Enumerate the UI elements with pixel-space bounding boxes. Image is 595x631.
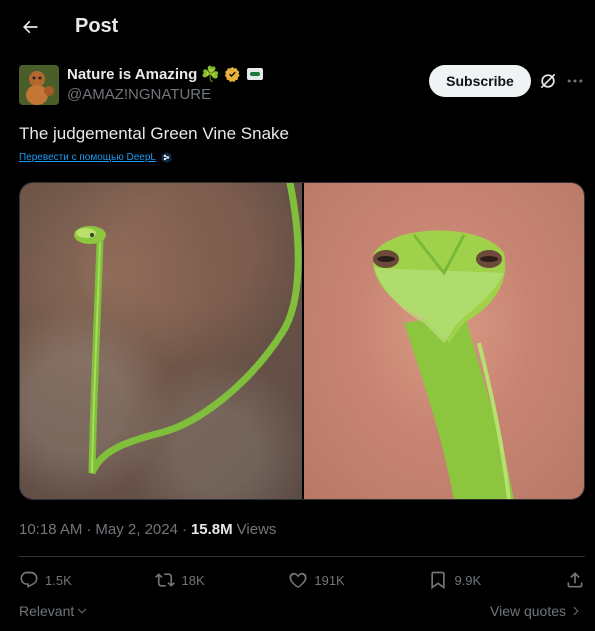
translate-label: Перевести с помощью DeepL — [19, 152, 156, 163]
like-count: 191K — [314, 572, 345, 588]
views-label: Views — [236, 521, 277, 538]
relevant-label: Relevant — [19, 603, 75, 619]
reply-icon — [20, 571, 38, 588]
meta-separator: · — [86, 521, 92, 538]
avatar[interactable] — [19, 65, 59, 105]
chevron-right-icon — [573, 606, 579, 616]
header-bar: Post — [0, 0, 595, 54]
bookmark-icon — [431, 571, 446, 590]
more-options-icon[interactable] — [565, 71, 585, 91]
snake-photo-full-body[interactable] — [20, 183, 302, 499]
like-button[interactable]: 191K — [288, 570, 345, 590]
post-meta: 10:18 AM · May 2, 2024 · 15.8M Views — [19, 521, 276, 538]
page-title: Post — [75, 15, 119, 37]
view-quotes-link[interactable]: View quotes — [490, 603, 582, 619]
subscribe-button[interactable]: Subscribe — [429, 65, 531, 97]
author-name[interactable]: Nature is Amazing ☘️ — [67, 65, 263, 83]
translate-link[interactable]: Перевести с помощью DeepL — [19, 151, 173, 164]
snake-photo-closeup[interactable] — [304, 183, 584, 499]
share-icon — [567, 572, 583, 588]
sort-relevant-dropdown[interactable]: Relevant — [19, 603, 88, 619]
view-quotes-label: View quotes — [490, 603, 567, 619]
post-date[interactable]: May 2, 2024 — [95, 521, 178, 538]
bookmark-button[interactable]: 9.9K — [428, 570, 481, 590]
divider — [19, 556, 585, 557]
grok-icon[interactable] — [538, 71, 558, 91]
media-grid[interactable] — [19, 182, 585, 500]
meta-separator: · — [181, 521, 187, 538]
share-button[interactable] — [565, 570, 585, 590]
bookmark-count: 9.9K — [454, 572, 482, 588]
author-name-text: Nature is Amazing — [67, 65, 198, 83]
author-handle[interactable]: @AMAZ!NGNATURE — [67, 86, 211, 103]
repost-count: 18K — [181, 572, 205, 588]
repost-button[interactable]: 18K — [155, 570, 205, 590]
repost-icon — [155, 573, 176, 587]
shamrock-emoji: ☘️ — [201, 66, 220, 83]
tweet-text: The judgemental Green Vine Snake — [19, 124, 289, 143]
reply-button[interactable]: 1.5K — [19, 570, 72, 590]
back-arrow-icon[interactable] — [16, 13, 44, 41]
action-bar: 1.5K 18K 191K 9.9K — [19, 568, 585, 592]
reply-count: 1.5K — [45, 572, 72, 588]
heart-icon — [289, 572, 307, 588]
affiliate-badge-icon — [247, 68, 263, 80]
views-count: 15.8M — [190, 521, 233, 538]
verified-badge-icon — [224, 66, 240, 82]
deepl-icon — [161, 152, 172, 163]
chevron-down-icon — [78, 608, 87, 614]
post-time[interactable]: 10:18 AM — [19, 521, 82, 538]
